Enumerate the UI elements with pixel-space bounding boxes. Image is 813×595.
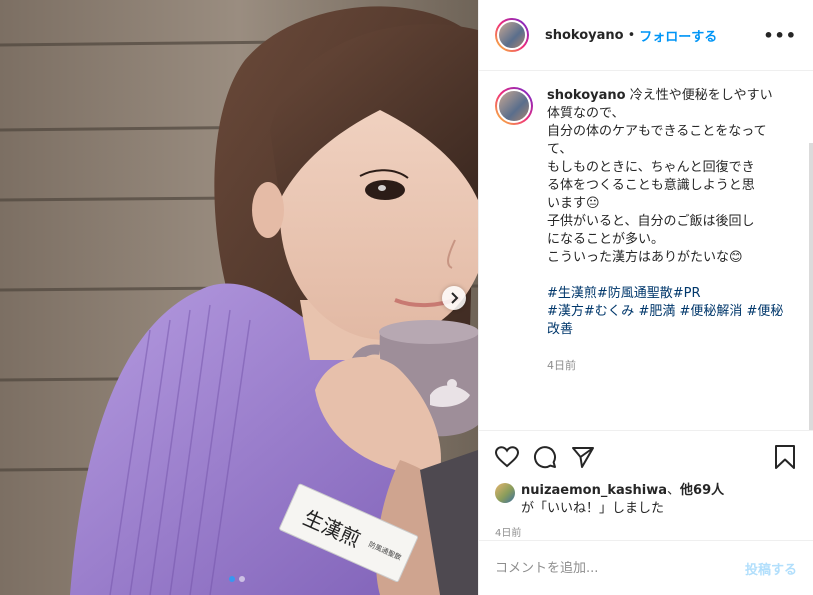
likes-joiner: 、 xyxy=(667,483,681,498)
likes-suffix: が「いいね！」しました xyxy=(521,501,665,516)
post-date[interactable]: 4日前 xyxy=(479,518,813,542)
likes-summary: nuizaemon_kashiwa、他69人 が「いいね！」しました xyxy=(479,482,813,518)
share-button[interactable] xyxy=(569,443,597,471)
carousel-dot-2 xyxy=(239,576,245,582)
liker-username[interactable]: nuizaemon_kashiwa xyxy=(521,483,667,498)
caption-line: になることが多い。 xyxy=(547,232,665,247)
follow-button[interactable]: フォローする xyxy=(639,26,717,45)
save-button[interactable] xyxy=(771,443,799,471)
post-comment-button[interactable]: 投稿する xyxy=(745,559,797,578)
liker-avatar[interactable] xyxy=(495,483,515,503)
caption-line: こういった漢方はありがたいな😊 xyxy=(547,250,743,265)
likes-others-link[interactable]: 他69人 xyxy=(680,483,724,498)
like-button[interactable] xyxy=(493,443,521,471)
post-sidebar: shokoyano • フォローする ••• shokoyano 冷え性や便秘を… xyxy=(478,0,813,595)
post-photo: 生漢煎 防風通聖散 xyxy=(0,0,478,595)
carousel-next-button[interactable] xyxy=(442,286,466,310)
caption-line: て、 xyxy=(547,142,573,157)
header-separator: • xyxy=(627,27,636,43)
post-header: shokoyano • フォローする ••• xyxy=(479,0,813,71)
caption-line: 自分の体のケアもできることをなって xyxy=(547,124,767,139)
post-dialog: 生漢煎 防風通聖散 shokoyano • フォローする ••• shokoya… xyxy=(0,0,813,595)
caption-username[interactable]: shokoyano xyxy=(547,88,626,103)
carousel-indicator xyxy=(229,576,245,582)
caption: shokoyano 冷え性や便秘をしやすい 体質なので、 自分の体のケアもできる… xyxy=(495,87,797,375)
caption-avatar[interactable] xyxy=(495,87,533,125)
hashtag-line[interactable]: #漢方#むくみ #肥満 #便秘解消 #便秘 xyxy=(547,303,783,321)
comments-section[interactable]: shokoyano 冷え性や便秘をしやすい 体質なので、 自分の体のケアもできる… xyxy=(479,71,813,430)
action-bar xyxy=(479,430,813,482)
caption-line: います😐 xyxy=(547,196,600,211)
author-username[interactable]: shokoyano xyxy=(545,28,624,43)
caption-line: 体質なので、 xyxy=(547,106,625,121)
heart-icon xyxy=(495,445,519,467)
chevron-right-icon xyxy=(451,292,459,304)
caption-line: 子供がいると、自分のご飯は後回し xyxy=(547,214,755,229)
more-options-button[interactable]: ••• xyxy=(763,26,797,45)
bookmark-icon xyxy=(775,444,795,469)
paper-plane-icon xyxy=(572,446,594,468)
caption-body: shokoyano 冷え性や便秘をしやすい 体質なので、 自分の体のケアもできる… xyxy=(547,87,783,375)
author-avatar[interactable] xyxy=(495,18,529,52)
caption-line: もしものときに、ちゃんと回復でき xyxy=(547,160,755,175)
comments-scrollbar[interactable] xyxy=(809,143,813,430)
likes-text: nuizaemon_kashiwa、他69人 が「いいね！」しました xyxy=(521,482,724,518)
hashtag-line[interactable]: #生漢煎#防風通聖散#PR xyxy=(547,285,783,303)
hashtag-line[interactable]: 改善 xyxy=(547,321,783,339)
caption-line: る体をつくることも意識しようと思 xyxy=(547,178,755,193)
caption-line: shokoyano 冷え性や便秘をしやすい xyxy=(547,87,783,105)
carousel-dot-1 xyxy=(229,576,235,582)
comment-icon xyxy=(534,445,556,468)
comment-button[interactable] xyxy=(531,443,559,471)
caption-time[interactable]: 4日前 xyxy=(547,357,783,375)
caption-text: 冷え性や便秘をしやすい xyxy=(629,88,773,103)
hashtags[interactable]: #生漢煎#防風通聖散#PR #漢方#むくみ #肥満 #便秘解消 #便秘 改善 xyxy=(547,285,783,339)
add-comment-bar: 投稿する xyxy=(479,540,813,595)
comment-input[interactable] xyxy=(495,560,745,576)
post-media[interactable]: 生漢煎 防風通聖散 xyxy=(0,0,478,595)
